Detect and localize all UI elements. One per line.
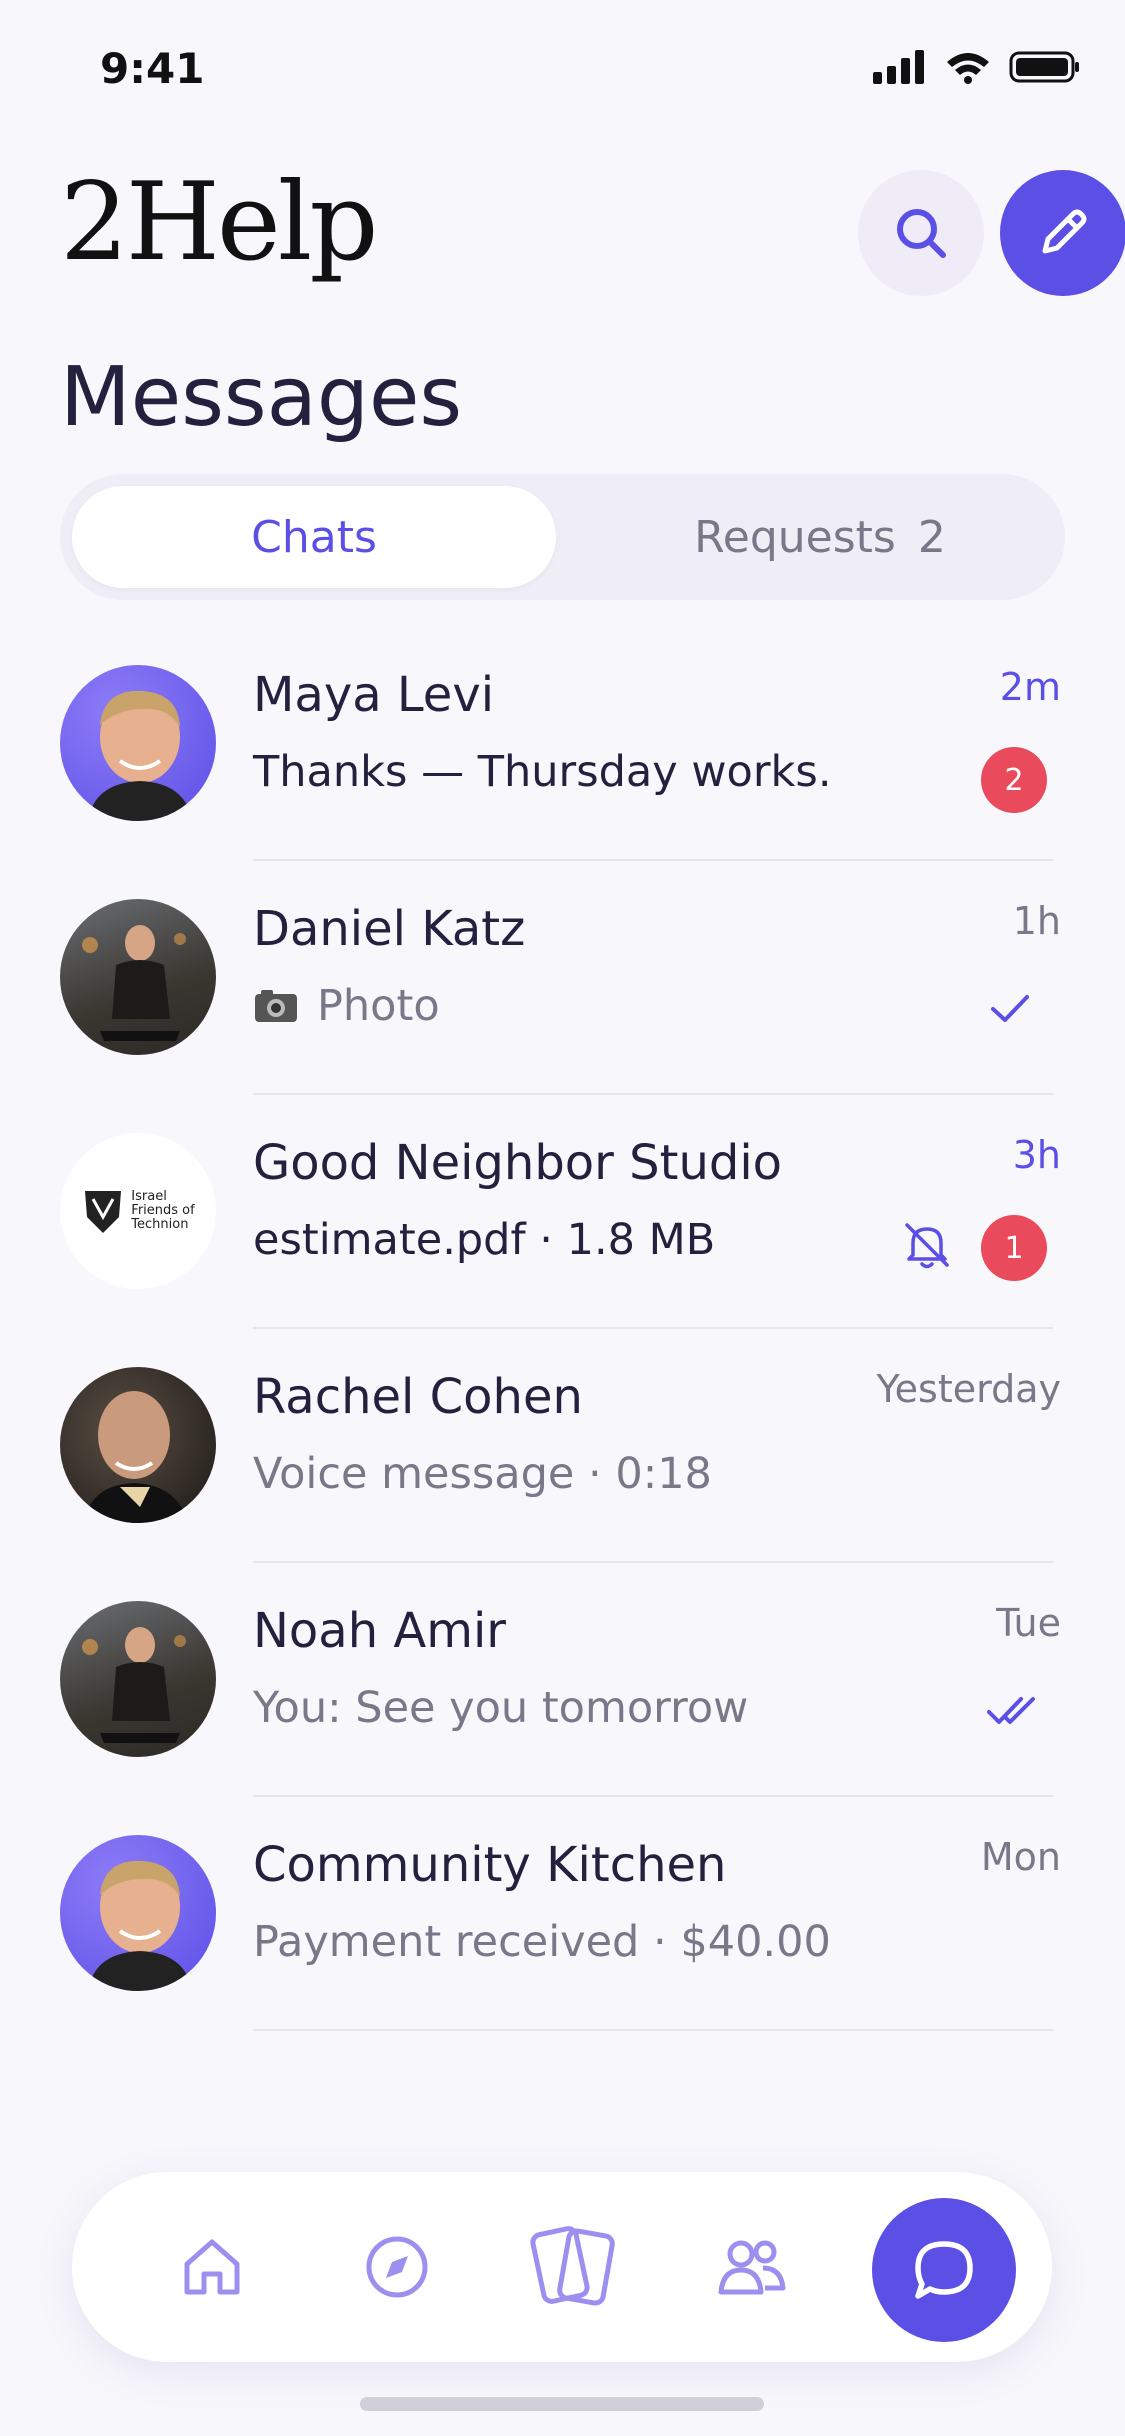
person-photo-icon bbox=[88, 1860, 192, 1991]
tabs-segmented-control: Chats Requests 2 bbox=[60, 474, 1065, 600]
chat-time: Mon bbox=[980, 1835, 1061, 1879]
tab-requests[interactable]: Requests 2 bbox=[580, 486, 1060, 588]
compose-button[interactable] bbox=[1000, 170, 1125, 296]
chat-time: Tue bbox=[996, 1601, 1061, 1645]
search-icon bbox=[897, 209, 946, 258]
chat-preview: estimate.pdf · 1.8 MB bbox=[253, 1215, 716, 1265]
avatar bbox=[60, 1835, 216, 1991]
chat-preview: Thanks — Thursday works. bbox=[253, 747, 832, 797]
chat-row[interactable]: Community Kitchen Payment received · $40… bbox=[0, 1835, 1125, 2069]
double-check-icon bbox=[987, 1697, 1035, 1724]
chat-name: Good Neighbor Studio bbox=[253, 1135, 783, 1191]
wifi-icon bbox=[947, 53, 989, 84]
home-icon bbox=[184, 2239, 240, 2295]
divider bbox=[253, 2029, 1053, 2031]
chat-time: 2m bbox=[999, 665, 1061, 709]
chat-preview: Payment received · $40.00 bbox=[253, 1917, 831, 1967]
home-indicator bbox=[360, 2397, 764, 2411]
person-photo-icon bbox=[84, 1391, 188, 1523]
divider bbox=[253, 1327, 1053, 1329]
chat-row[interactable]: Israel Friends of Technion Good Neighbor… bbox=[0, 1133, 1125, 1367]
nav-community[interactable] bbox=[692, 2172, 812, 2362]
divider bbox=[253, 1795, 1053, 1797]
unread-badge: 1 bbox=[981, 1215, 1047, 1281]
status-icons bbox=[873, 50, 1081, 84]
chat-row[interactable]: Noah Amir You: See you tomorrow Tue bbox=[0, 1601, 1125, 1835]
shield-icon bbox=[85, 1191, 122, 1233]
cards-icon bbox=[530, 2226, 615, 2306]
chat-preview-text: Photo bbox=[317, 981, 440, 1031]
nav-explore[interactable] bbox=[337, 2172, 457, 2362]
camera-icon bbox=[255, 990, 297, 1022]
avatar bbox=[60, 665, 216, 821]
chat-time: Yesterday bbox=[876, 1367, 1061, 1411]
chat-preview: Voice message · 0:18 bbox=[253, 1449, 712, 1499]
pencil-icon bbox=[1042, 209, 1087, 254]
avatar bbox=[60, 1601, 216, 1757]
check-icon bbox=[991, 995, 1029, 1022]
chat-name: Noah Amir bbox=[253, 1603, 507, 1659]
chat-icon bbox=[915, 2241, 973, 2299]
nav-messages[interactable] bbox=[872, 2198, 1016, 2342]
chat-preview: Photo bbox=[253, 981, 440, 1031]
chat-name: Rachel Cohen bbox=[253, 1369, 583, 1425]
nav-home[interactable] bbox=[152, 2172, 272, 2362]
cellular-signal-icon bbox=[873, 50, 924, 84]
organization-logo: Israel Friends of Technion bbox=[81, 1187, 195, 1235]
battery-icon bbox=[1009, 51, 1079, 83]
chat-row[interactable]: Rachel Cohen Voice message · 0:18 Yester… bbox=[0, 1367, 1125, 1601]
status-time: 9:41 bbox=[100, 44, 205, 93]
chat-row[interactable]: Maya Levi Thanks — Thursday works. 2m 2 bbox=[0, 665, 1125, 899]
avatar bbox=[60, 899, 216, 1055]
people-icon bbox=[718, 2240, 786, 2295]
unread-badge: 2 bbox=[981, 747, 1047, 813]
divider bbox=[253, 1561, 1053, 1563]
chat-preview: You: See you tomorrow bbox=[253, 1683, 749, 1733]
chat-time: 3h bbox=[1012, 1133, 1061, 1177]
bell-muted-icon bbox=[905, 1223, 949, 1269]
nav-cards[interactable] bbox=[502, 2172, 642, 2362]
app-logo: 2Help bbox=[60, 160, 378, 285]
divider bbox=[253, 859, 1053, 861]
chat-row[interactable]: Daniel Katz Photo 1h bbox=[0, 899, 1125, 1133]
chat-name: Community Kitchen bbox=[253, 1837, 727, 1893]
person-photo-icon bbox=[82, 925, 186, 1041]
bottom-nav bbox=[72, 2172, 1052, 2362]
chat-name: Maya Levi bbox=[253, 667, 495, 723]
tab-requests-label: Requests bbox=[694, 511, 896, 563]
page-title: Messages bbox=[60, 350, 463, 445]
avatar: Israel Friends of Technion bbox=[60, 1133, 216, 1289]
person-photo-icon bbox=[82, 1627, 186, 1743]
search-button[interactable] bbox=[858, 170, 984, 296]
avatar bbox=[60, 1367, 216, 1523]
chat-name: Daniel Katz bbox=[253, 901, 526, 957]
chat-time: 1h bbox=[1012, 899, 1061, 943]
person-photo-icon bbox=[88, 690, 192, 821]
tab-chats[interactable]: Chats bbox=[72, 486, 556, 588]
divider bbox=[253, 1093, 1053, 1095]
compass-icon bbox=[366, 2236, 428, 2298]
requests-count: 2 bbox=[917, 511, 946, 563]
